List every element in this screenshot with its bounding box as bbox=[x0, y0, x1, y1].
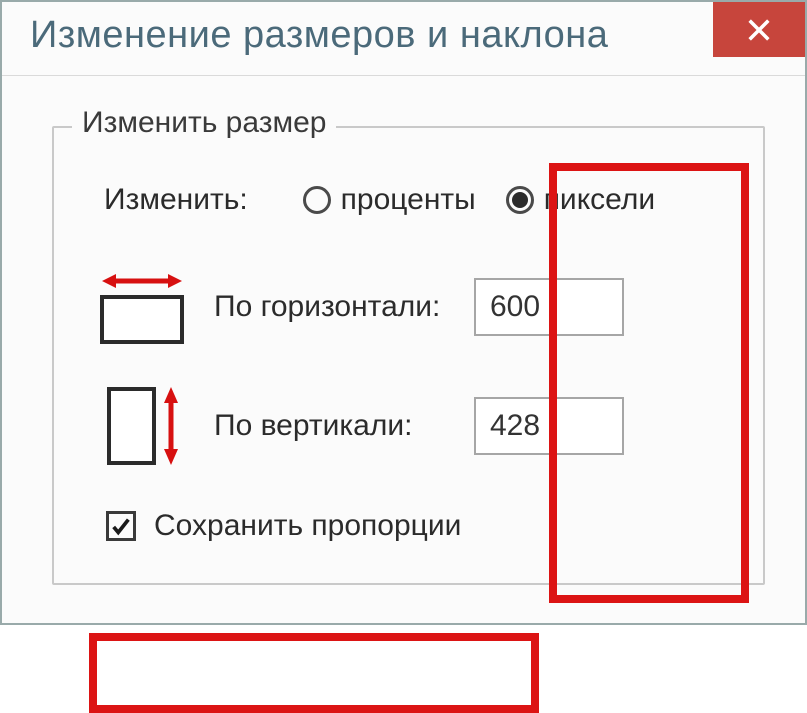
radio-percent[interactable]: проценты bbox=[303, 183, 476, 217]
vertical-input[interactable] bbox=[474, 397, 624, 455]
vertical-label: По вертикали: bbox=[214, 407, 474, 445]
vertical-icon bbox=[94, 381, 214, 471]
keep-aspect-row: Сохранить пропорции bbox=[94, 509, 733, 543]
horizontal-input[interactable] bbox=[474, 278, 624, 336]
keep-aspect-checkbox[interactable] bbox=[106, 511, 136, 541]
radio-pixels[interactable]: пиксели bbox=[506, 183, 655, 217]
titlebar: Изменение размеров и наклона bbox=[2, 2, 805, 76]
horizontal-label: По горизонтали: bbox=[214, 288, 474, 326]
highlight-keep-aspect bbox=[89, 633, 539, 713]
change-label: Изменить: bbox=[104, 183, 248, 217]
close-button[interactable] bbox=[713, 2, 805, 57]
horizontal-row: По горизонтали: bbox=[94, 267, 733, 347]
checkmark-icon bbox=[110, 515, 132, 537]
horizontal-icon bbox=[94, 267, 214, 347]
group-label: Изменить размер bbox=[72, 106, 336, 140]
close-icon bbox=[745, 16, 773, 44]
dialog-body: Изменить размер Изменить: проценты пиксе… bbox=[2, 76, 805, 585]
radio-circle-icon bbox=[303, 186, 331, 214]
resize-group: Изменить размер Изменить: проценты пиксе… bbox=[52, 126, 765, 585]
unit-row: Изменить: проценты пиксели bbox=[94, 183, 733, 217]
window-title: Изменение размеров и наклона bbox=[30, 14, 608, 57]
radio-circle-icon bbox=[506, 186, 534, 214]
keep-aspect-label: Сохранить пропорции bbox=[154, 509, 461, 543]
dialog-window: Изменение размеров и наклона Изменить ра… bbox=[0, 0, 807, 625]
vertical-row: По вертикали: bbox=[94, 381, 733, 471]
radio-pixels-label: пиксели bbox=[544, 183, 655, 217]
radio-percent-label: проценты bbox=[341, 183, 476, 217]
